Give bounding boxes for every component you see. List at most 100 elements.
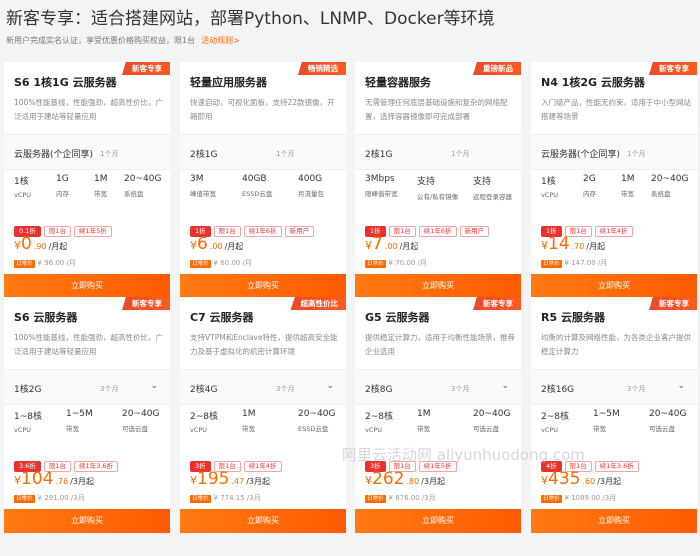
chevron-down-icon[interactable]: ⌄: [677, 381, 685, 391]
chevron-down-icon[interactable]: ⌄: [150, 381, 158, 391]
buy-now-button[interactable]: 立即购买: [4, 509, 170, 533]
spec-item: 1G 内存: [56, 174, 69, 198]
card-description: 100%性能基线，性能强劲，超高性价比，广泛适用于建站等轻量应用: [14, 98, 163, 121]
tag-list: 0.1折 限1台 续1年5折: [14, 218, 115, 237]
config-select[interactable]: 云服务器(个企同享) 1个月: [4, 134, 170, 170]
price: ¥6.00/月起: [190, 234, 243, 254]
duration-value: 1个月: [627, 150, 646, 158]
spec-item: 1核 vCPU: [541, 174, 558, 199]
spec-value: 3M: [190, 174, 204, 184]
price-unit: /月起: [48, 242, 68, 251]
daily-price-badge: 日常价: [190, 260, 211, 268]
original-price-value: ¥ 147.00 /月: [564, 259, 608, 267]
ribbon-badge: 新客专享: [473, 297, 521, 310]
original-price-value: ¥ 60.00 /月: [213, 259, 252, 267]
tag-list: 1折 限1台 续1年6折 新用户: [365, 218, 492, 237]
config-value: 2核1G: [190, 150, 218, 160]
ribbon-badge: 新客专享: [649, 297, 697, 310]
original-price: 日常价 ¥ 96.00 /月: [14, 258, 76, 268]
card-description: 快速启动，可视化面板，支持22款镜像，开箱即用: [190, 98, 335, 121]
buy-now-button[interactable]: 立即购买: [355, 509, 521, 533]
card-title: N4 1核2G 云服务器: [541, 76, 645, 89]
spec-item: 支持 远程登录容器: [473, 174, 512, 201]
spec-item: 20~40G 可选云盘: [122, 409, 159, 433]
config-select[interactable]: 2核8G 3个月 ⌄: [355, 369, 521, 405]
spec-list: 1核 vCPU 1G 内存 1M 带宽 20~40G 系统盘: [14, 174, 168, 202]
spec-value: 20~40G: [473, 409, 511, 419]
spec-list: 2~8核 vCPU 1~5M 带宽 20~40G 可选云盘: [541, 409, 695, 437]
price: ¥104.76/3月起: [14, 469, 94, 489]
price-unit: /3月起: [70, 477, 94, 486]
price-integer: 104: [21, 469, 54, 489]
spec-item: 2~8核 vCPU: [190, 409, 218, 434]
product-card: 新客专享 G5 云服务器 提供稳定计算力，适用于均衡性能场景，推荐企业选用 2核…: [355, 297, 521, 533]
spec-item: 1M 带宽: [621, 174, 635, 198]
spec-value: 1核: [541, 177, 556, 187]
rules-link[interactable]: 活动规则>: [201, 36, 240, 45]
spec-value: 1~8核: [14, 412, 42, 422]
card-description: 无需管理任何底层基础设施和复杂的网络配置，选择容器镜像即可完成部署: [365, 98, 508, 121]
duration-value: 1个月: [100, 150, 119, 158]
buy-now-button[interactable]: 立即购买: [4, 274, 170, 298]
card-description: 提供稳定计算力，适用于均衡性能场景，推荐企业选用: [365, 333, 515, 356]
chevron-down-icon[interactable]: ⌄: [326, 381, 334, 391]
config-select[interactable]: 2核4G 3个月 ⌄: [180, 369, 346, 405]
card-title: G5 云服务器: [365, 311, 430, 324]
config-select[interactable]: 2核1G 1个月: [180, 134, 346, 170]
price-integer: 14: [548, 234, 570, 254]
spec-list: 1~8核 vCPU 1~5M 带宽 20~40G 可选云盘: [14, 409, 168, 437]
spec-label: 带宽: [621, 190, 634, 198]
spec-list: 2~8核 vCPU 1M 带宽 20~40G 可选云盘: [365, 409, 519, 437]
tag-list: 3折 限1台 续1年5折: [365, 453, 460, 472]
spec-item: 1M 带宽: [242, 409, 256, 433]
chevron-down-icon[interactable]: ⌄: [501, 381, 509, 391]
spec-item: 1核 vCPU: [14, 174, 31, 199]
price: ¥14.70/月起: [541, 234, 605, 254]
card-description: 入门级产品，性能无约束，适用于中小型网站搭建等场景: [541, 98, 691, 121]
card-title: S6 云服务器: [14, 311, 78, 324]
card-description: 100%性能基线，性能强劲，超高性价比，广泛适用于建站等轻量应用: [14, 333, 163, 356]
buy-now-button[interactable]: 立即购买: [180, 274, 346, 298]
spec-label: 带宽: [242, 425, 255, 433]
price-decimal: .80: [406, 477, 420, 486]
original-price-value: ¥ 876.00 /3月: [388, 494, 436, 502]
spec-value: 20~40G: [124, 174, 162, 184]
daily-price-badge: 日常价: [190, 495, 211, 503]
ribbon-badge: 超高性价比: [290, 297, 346, 310]
config-select[interactable]: 云服务器(个企同享) 1个月: [531, 134, 697, 170]
price-decimal: .60: [582, 477, 596, 486]
duration-value: 1个月: [276, 150, 295, 158]
product-card: 重磅新品 轻量容器服务 无需管理任何底层基础设施和复杂的网络配置，选择容器镜像即…: [355, 62, 521, 298]
daily-price-badge: 日常价: [365, 260, 386, 268]
spec-label: ESSD云盘: [298, 425, 329, 433]
spec-value: 2~8核: [365, 412, 393, 422]
config-select[interactable]: 2核16G 3个月 ⌄: [531, 369, 697, 405]
product-card: 新客专享 S6 云服务器 100%性能基线，性能强劲，超高性价比，广泛适用于建站…: [4, 297, 170, 533]
original-price: 日常价 ¥ 60.00 /月: [190, 258, 252, 268]
original-price: 日常价 ¥ 774.15 /3月: [190, 493, 261, 503]
spec-item: 3Mbps 限峰值带宽: [365, 174, 398, 198]
promo-tag: 续1年5折: [73, 226, 112, 237]
spec-label: ESSD云盘: [242, 190, 273, 198]
price-integer: 0: [21, 234, 32, 254]
price-integer: 6: [197, 234, 208, 254]
original-price-value: ¥ 774.15 /3月: [213, 494, 261, 502]
buy-now-button[interactable]: 立即购买: [531, 509, 697, 533]
buy-now-button[interactable]: 立即购买: [180, 509, 346, 533]
spec-label: 可选云盘: [649, 425, 675, 433]
config-select[interactable]: 1核2G 3个月 ⌄: [4, 369, 170, 405]
spec-value: 40GB: [242, 174, 267, 184]
promo-tag: 新用户: [459, 226, 490, 237]
spec-label: vCPU: [14, 426, 32, 434]
config-select[interactable]: 2核1G 1个月: [355, 134, 521, 170]
spec-item: 1~5M 带宽: [593, 409, 620, 433]
spec-label: 可选云盘: [122, 425, 148, 433]
product-card: 新客专享 N4 1核2G 云服务器 入门级产品，性能无约束，适用于中小型网站搭建…: [531, 62, 697, 298]
spec-label: vCPU: [541, 191, 559, 199]
spec-value: 支持: [473, 177, 492, 187]
buy-now-button[interactable]: 立即购买: [531, 274, 697, 298]
price-integer: 435: [548, 469, 581, 489]
spec-item: 支持 公有/私有镜像: [417, 174, 458, 201]
spec-label: vCPU: [541, 426, 559, 434]
buy-now-button[interactable]: 立即购买: [355, 274, 521, 298]
